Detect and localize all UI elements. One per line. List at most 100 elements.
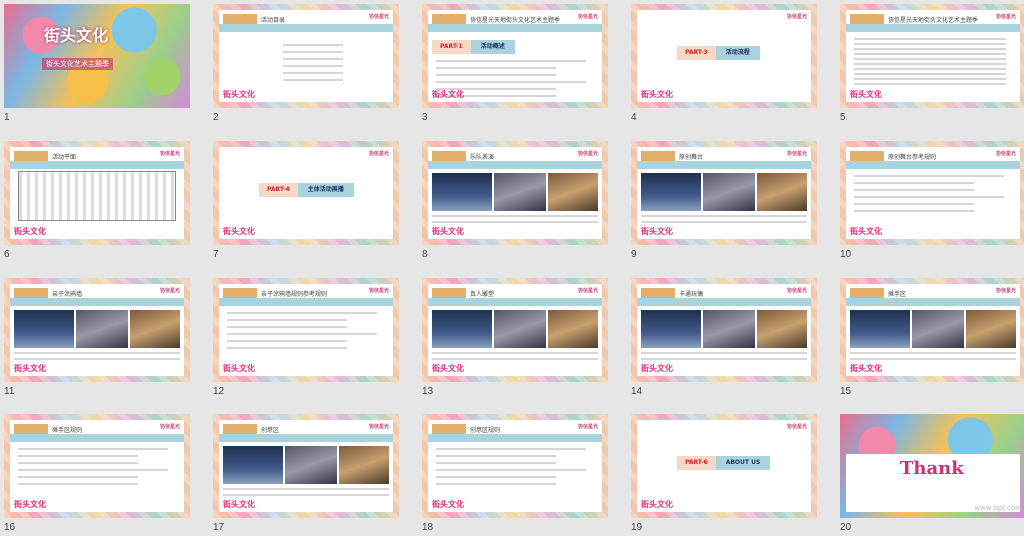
slide-header: 活动平面: [52, 154, 77, 161]
text-line: [227, 347, 347, 349]
slide-photo: [703, 173, 755, 211]
slide-photo: [966, 310, 1016, 348]
text-line: [283, 44, 343, 46]
slide-number: 20: [840, 522, 852, 533]
brand-logo: 协信星光: [368, 424, 389, 430]
slide-photo: [494, 173, 546, 211]
text-line: [854, 210, 974, 212]
part-title: 主体活动展播: [297, 183, 354, 197]
cover-background: [4, 4, 190, 108]
text-line: [227, 333, 377, 335]
part-title: 活动概述: [470, 40, 515, 54]
header-tag: [641, 288, 675, 298]
brand-logo: 协信星光: [368, 14, 389, 20]
slide-thumbnail[interactable]: 协信星光 摊手区规则 街头文化: [4, 414, 190, 518]
caption-line: [432, 221, 598, 223]
slide-header: 活动目录: [261, 17, 286, 24]
footer-logo: 街头文化: [641, 226, 673, 236]
slide-number: 14: [631, 386, 643, 397]
header-bar: [428, 161, 602, 169]
header-tag: [850, 14, 884, 24]
slide-thumbnail[interactable]: 协信星光 原创舞台参考规则 街头文化: [840, 141, 1024, 245]
text-line: [436, 67, 556, 69]
slide-header: 原创舞台参考规则: [888, 154, 937, 161]
text-line: [283, 51, 343, 53]
cover-title: 街头文化: [44, 26, 109, 45]
header-bar: [428, 298, 602, 306]
caption-line: [641, 352, 807, 354]
text-line: [18, 462, 138, 464]
slide-header: 乐队表演: [470, 154, 495, 161]
footer-logo: 街头文化: [641, 363, 673, 373]
text-line: [227, 319, 347, 321]
brand-logo: 协信星光: [786, 424, 807, 430]
thanks-title: Thank: [900, 458, 964, 479]
section-header: PART-6 ABOUT US: [677, 456, 771, 470]
slide-thumbnail[interactable]: 协信星光 亲子涂鸦墙规则参考规则 街头文化: [213, 278, 399, 382]
cover-subtitle: 街头文化艺术主题季: [42, 58, 113, 70]
slide-header: 摊手区规则: [52, 427, 83, 434]
header-tag: [850, 288, 884, 298]
slide-photo: [757, 173, 807, 211]
header-tag: [14, 151, 48, 161]
slide-thumbnail[interactable]: 协信星光 创意区规则 街头文化: [422, 414, 608, 518]
text-line: [18, 455, 138, 457]
slide-thumbnail[interactable]: 协信星光 PART-3 活动流程 街头文化: [631, 4, 817, 108]
caption-line: [850, 352, 1016, 354]
footer-logo: 街头文化: [432, 363, 464, 373]
watermark: www.ppt.com: [974, 504, 1022, 512]
slide-thumbnail[interactable]: 协信星光 摊手区 街头文化: [840, 278, 1024, 382]
footer-logo: 街头文化: [223, 226, 255, 236]
slide-thumbnail[interactable]: 协信星光 活动平面 街头文化: [4, 141, 190, 245]
section-header: PART-1 活动概述: [432, 40, 515, 54]
slide-thumbnail[interactable]: 协信星光 创意区 街头文化: [213, 414, 399, 518]
header-tag: [432, 288, 466, 298]
caption-line: [641, 358, 807, 360]
slide-header: 协信星光天地街头文化艺术主题季: [888, 17, 979, 24]
slide-number: 3: [422, 112, 428, 123]
brand-logo: 协信星光: [577, 14, 598, 20]
slide-photo: [494, 310, 546, 348]
slide-photo: [432, 173, 492, 211]
slide-thumbnail[interactable]: 街头文化街头文化艺术主题季: [4, 4, 190, 108]
caption-line: [14, 358, 180, 360]
brand-logo: 协信星光: [159, 424, 180, 430]
text-line: [936, 63, 1006, 65]
text-line: [436, 74, 556, 76]
footer-logo: 街头文化: [14, 363, 46, 373]
slide-thumbnail[interactable]: 协信星光 协信星光天地街头文化艺术主题季 街头文化: [840, 4, 1024, 108]
slide-thumbnail[interactable]: 协信星光 乐队表演 街头文化: [422, 141, 608, 245]
slide-thumbnail[interactable]: 协信星光 卡通玩偶 街头文化: [631, 278, 817, 382]
text-line: [936, 83, 1006, 85]
caption-line: [641, 221, 807, 223]
slide-photo: [641, 173, 701, 211]
slide-number: 7: [213, 249, 219, 260]
slide-photo: [432, 310, 492, 348]
slide-header: 亲子涂鸦墙规则参考规则: [261, 291, 328, 298]
part-number: PART-3: [677, 46, 716, 60]
caption-line: [14, 352, 180, 354]
text-line: [936, 68, 1006, 70]
slide-thumbnail[interactable]: 协信星光 PART-6 ABOUT US 街头文化: [631, 414, 817, 518]
section-header: PART-3 活动流程: [677, 46, 760, 60]
caption-line: [432, 215, 598, 217]
slide-number: 16: [4, 522, 16, 533]
slide-photo: [285, 446, 337, 484]
slide-thumbnail[interactable]: 协信星光 协信星光天地街头文化艺术主题季 PART-1 活动概述 街头文化: [422, 4, 608, 108]
slide-thumbnail[interactable]: 协信星光 PART-4 主体活动展播 街头文化: [213, 141, 399, 245]
text-line: [936, 53, 1006, 55]
header-bar: [637, 161, 811, 169]
slide-thumbnail[interactable]: 协信星光 真人雕塑 街头文化: [422, 278, 608, 382]
header-tag: [14, 424, 48, 434]
slide-thumbnail[interactable]: 协信星光 原创舞台 街头文化: [631, 141, 817, 245]
header-bar: [10, 298, 184, 306]
brand-logo: 协信星光: [159, 288, 180, 294]
slide-thumbnail[interactable]: 协信星光 活动目录 街头文化: [213, 4, 399, 108]
text-line: [936, 73, 1006, 75]
slide-thumbnail[interactable]: Thank www.ppt.com: [840, 414, 1024, 518]
part-number: PART-4: [259, 183, 298, 197]
header-bar: [428, 434, 602, 442]
slide-thumbnail[interactable]: 协信星光 亲子涂鸦墙 街头文化: [4, 278, 190, 382]
text-line: [936, 58, 1006, 60]
header-bar: [846, 161, 1020, 169]
